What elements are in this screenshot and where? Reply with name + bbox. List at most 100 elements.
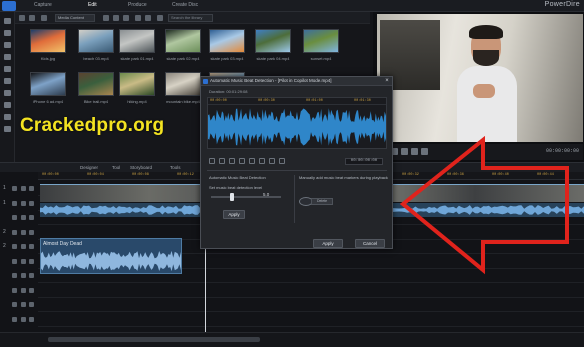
timeline-tab-tools[interactable]: Tools <box>170 165 181 170</box>
timeline-tab-designer[interactable]: Designer <box>80 165 98 170</box>
track-header[interactable] <box>0 269 38 281</box>
library-search-input[interactable]: Search the library <box>168 14 213 22</box>
voice-over-icon[interactable] <box>4 102 11 108</box>
filter-icon[interactable] <box>41 15 47 21</box>
list-view-icon[interactable] <box>135 15 141 21</box>
chapter-room-icon[interactable] <box>4 114 11 120</box>
track-lock-icon[interactable] <box>21 215 26 220</box>
track-header[interactable] <box>0 298 38 310</box>
track-visibility-icon[interactable] <box>12 200 17 206</box>
track-header[interactable]: 1 <box>0 182 38 194</box>
track-sync-icon[interactable] <box>29 186 34 191</box>
track-lock-icon[interactable] <box>21 273 26 278</box>
fx-room-icon[interactable] <box>4 30 11 36</box>
detection-level-slider[interactable] <box>211 193 281 201</box>
track-sync-icon[interactable] <box>29 244 34 249</box>
track-header[interactable]: 1 <box>0 197 38 209</box>
media-thumbnail[interactable] <box>255 29 291 53</box>
audio-mixing-icon[interactable] <box>4 90 11 96</box>
slider-handle[interactable] <box>230 193 234 201</box>
next-icon[interactable] <box>239 158 245 164</box>
media-thumbnail[interactable] <box>30 72 66 96</box>
ok-button[interactable]: Apply <box>313 239 343 248</box>
track-header[interactable] <box>0 255 38 267</box>
media-room-icon[interactable] <box>4 18 11 24</box>
timeline-tab-storyboard[interactable]: Storyboard <box>130 165 152 170</box>
library-content-select[interactable]: Media Content <box>55 14 95 22</box>
media-thumbnail[interactable] <box>165 29 201 53</box>
track-sync-icon[interactable] <box>29 215 34 220</box>
subtitle-room-icon[interactable] <box>4 126 11 132</box>
track-visibility-icon[interactable] <box>12 287 17 293</box>
menu-tab-produce[interactable]: Produce <box>128 2 147 8</box>
track-header[interactable] <box>0 284 38 296</box>
track-visibility-icon[interactable] <box>12 244 17 249</box>
track-sync-icon[interactable] <box>29 287 34 293</box>
track-sync-icon[interactable] <box>29 273 34 278</box>
pip-room-icon[interactable] <box>4 42 11 48</box>
grid-view-icon[interactable] <box>145 15 151 21</box>
play-icon[interactable] <box>209 158 215 164</box>
track-sync-icon[interactable] <box>29 229 34 235</box>
track-lock-icon[interactable] <box>21 287 26 293</box>
media-thumbnail[interactable] <box>165 72 201 96</box>
import-icon[interactable] <box>19 15 25 21</box>
media-thumbnail[interactable] <box>30 29 66 53</box>
track-lock-icon[interactable] <box>21 316 26 322</box>
particle-room-icon[interactable] <box>4 54 11 60</box>
track-lock-icon[interactable] <box>21 186 26 191</box>
cancel-button[interactable]: Cancel <box>355 239 385 248</box>
plugin-icon[interactable] <box>29 15 35 21</box>
stop-icon[interactable] <box>219 158 225 164</box>
track-header[interactable] <box>0 211 38 223</box>
view-audio-icon[interactable] <box>123 15 129 21</box>
prev-icon[interactable] <box>229 158 235 164</box>
track-lock-icon[interactable] <box>21 200 26 206</box>
track-visibility-icon[interactable] <box>12 258 17 264</box>
track-sync-icon[interactable] <box>29 302 34 307</box>
volume-icon[interactable] <box>259 158 265 164</box>
media-thumbnail[interactable] <box>119 72 155 96</box>
close-icon[interactable]: × <box>384 78 390 84</box>
track-lock-icon[interactable] <box>21 258 26 264</box>
track-sync-icon[interactable] <box>29 200 34 206</box>
loop-icon[interactable] <box>249 158 255 164</box>
dialog-waveform-panel[interactable]: 00:00:00 00:00:30 00:01:00 00:01:30 <box>207 97 387 149</box>
track-visibility-icon[interactable] <box>12 316 17 322</box>
track-header[interactable]: 2 <box>0 240 38 252</box>
media-thumbnail[interactable] <box>78 72 114 96</box>
music-clip[interactable]: Almost Day Dead <box>40 238 182 274</box>
search-icon[interactable] <box>157 15 163 21</box>
track-visibility-icon[interactable] <box>12 273 17 278</box>
menu-tab-edit[interactable]: Edit <box>88 2 97 8</box>
ruler-tick: 00:00:08 <box>132 173 149 177</box>
track-lock-icon[interactable] <box>21 302 26 307</box>
transition-room-icon[interactable] <box>4 78 11 84</box>
track-visibility-icon[interactable] <box>12 215 17 220</box>
track-header[interactable]: 2 <box>0 226 38 238</box>
remove-marker-icon[interactable] <box>279 158 285 164</box>
marker-icon[interactable] <box>269 158 275 164</box>
track-divider <box>38 296 584 298</box>
track-lock-icon[interactable] <box>21 244 26 249</box>
track-visibility-icon[interactable] <box>12 186 17 191</box>
timeline-tab-tool[interactable]: Tool <box>112 165 120 170</box>
track-visibility-icon[interactable] <box>12 229 17 235</box>
timeline-scrollbar[interactable] <box>48 337 260 342</box>
menu-tab-create-disc[interactable]: Create Disc <box>172 2 198 8</box>
delete-marker-button[interactable]: Delete <box>311 198 333 205</box>
apply-detection-button[interactable]: Apply <box>223 210 245 219</box>
view-image-icon[interactable] <box>113 15 119 21</box>
media-thumbnail[interactable] <box>119 29 155 53</box>
track-sync-icon[interactable] <box>29 258 34 264</box>
media-thumbnail[interactable] <box>209 29 245 53</box>
track-header[interactable] <box>0 313 38 325</box>
menu-tab-capture[interactable]: Capture <box>34 2 52 8</box>
media-thumbnail[interactable] <box>303 29 339 53</box>
track-visibility-icon[interactable] <box>12 302 17 307</box>
title-room-icon[interactable] <box>4 66 11 72</box>
track-sync-icon[interactable] <box>29 316 34 322</box>
track-lock-icon[interactable] <box>21 229 26 235</box>
media-thumbnail[interactable] <box>78 29 114 53</box>
view-video-icon[interactable] <box>103 15 109 21</box>
